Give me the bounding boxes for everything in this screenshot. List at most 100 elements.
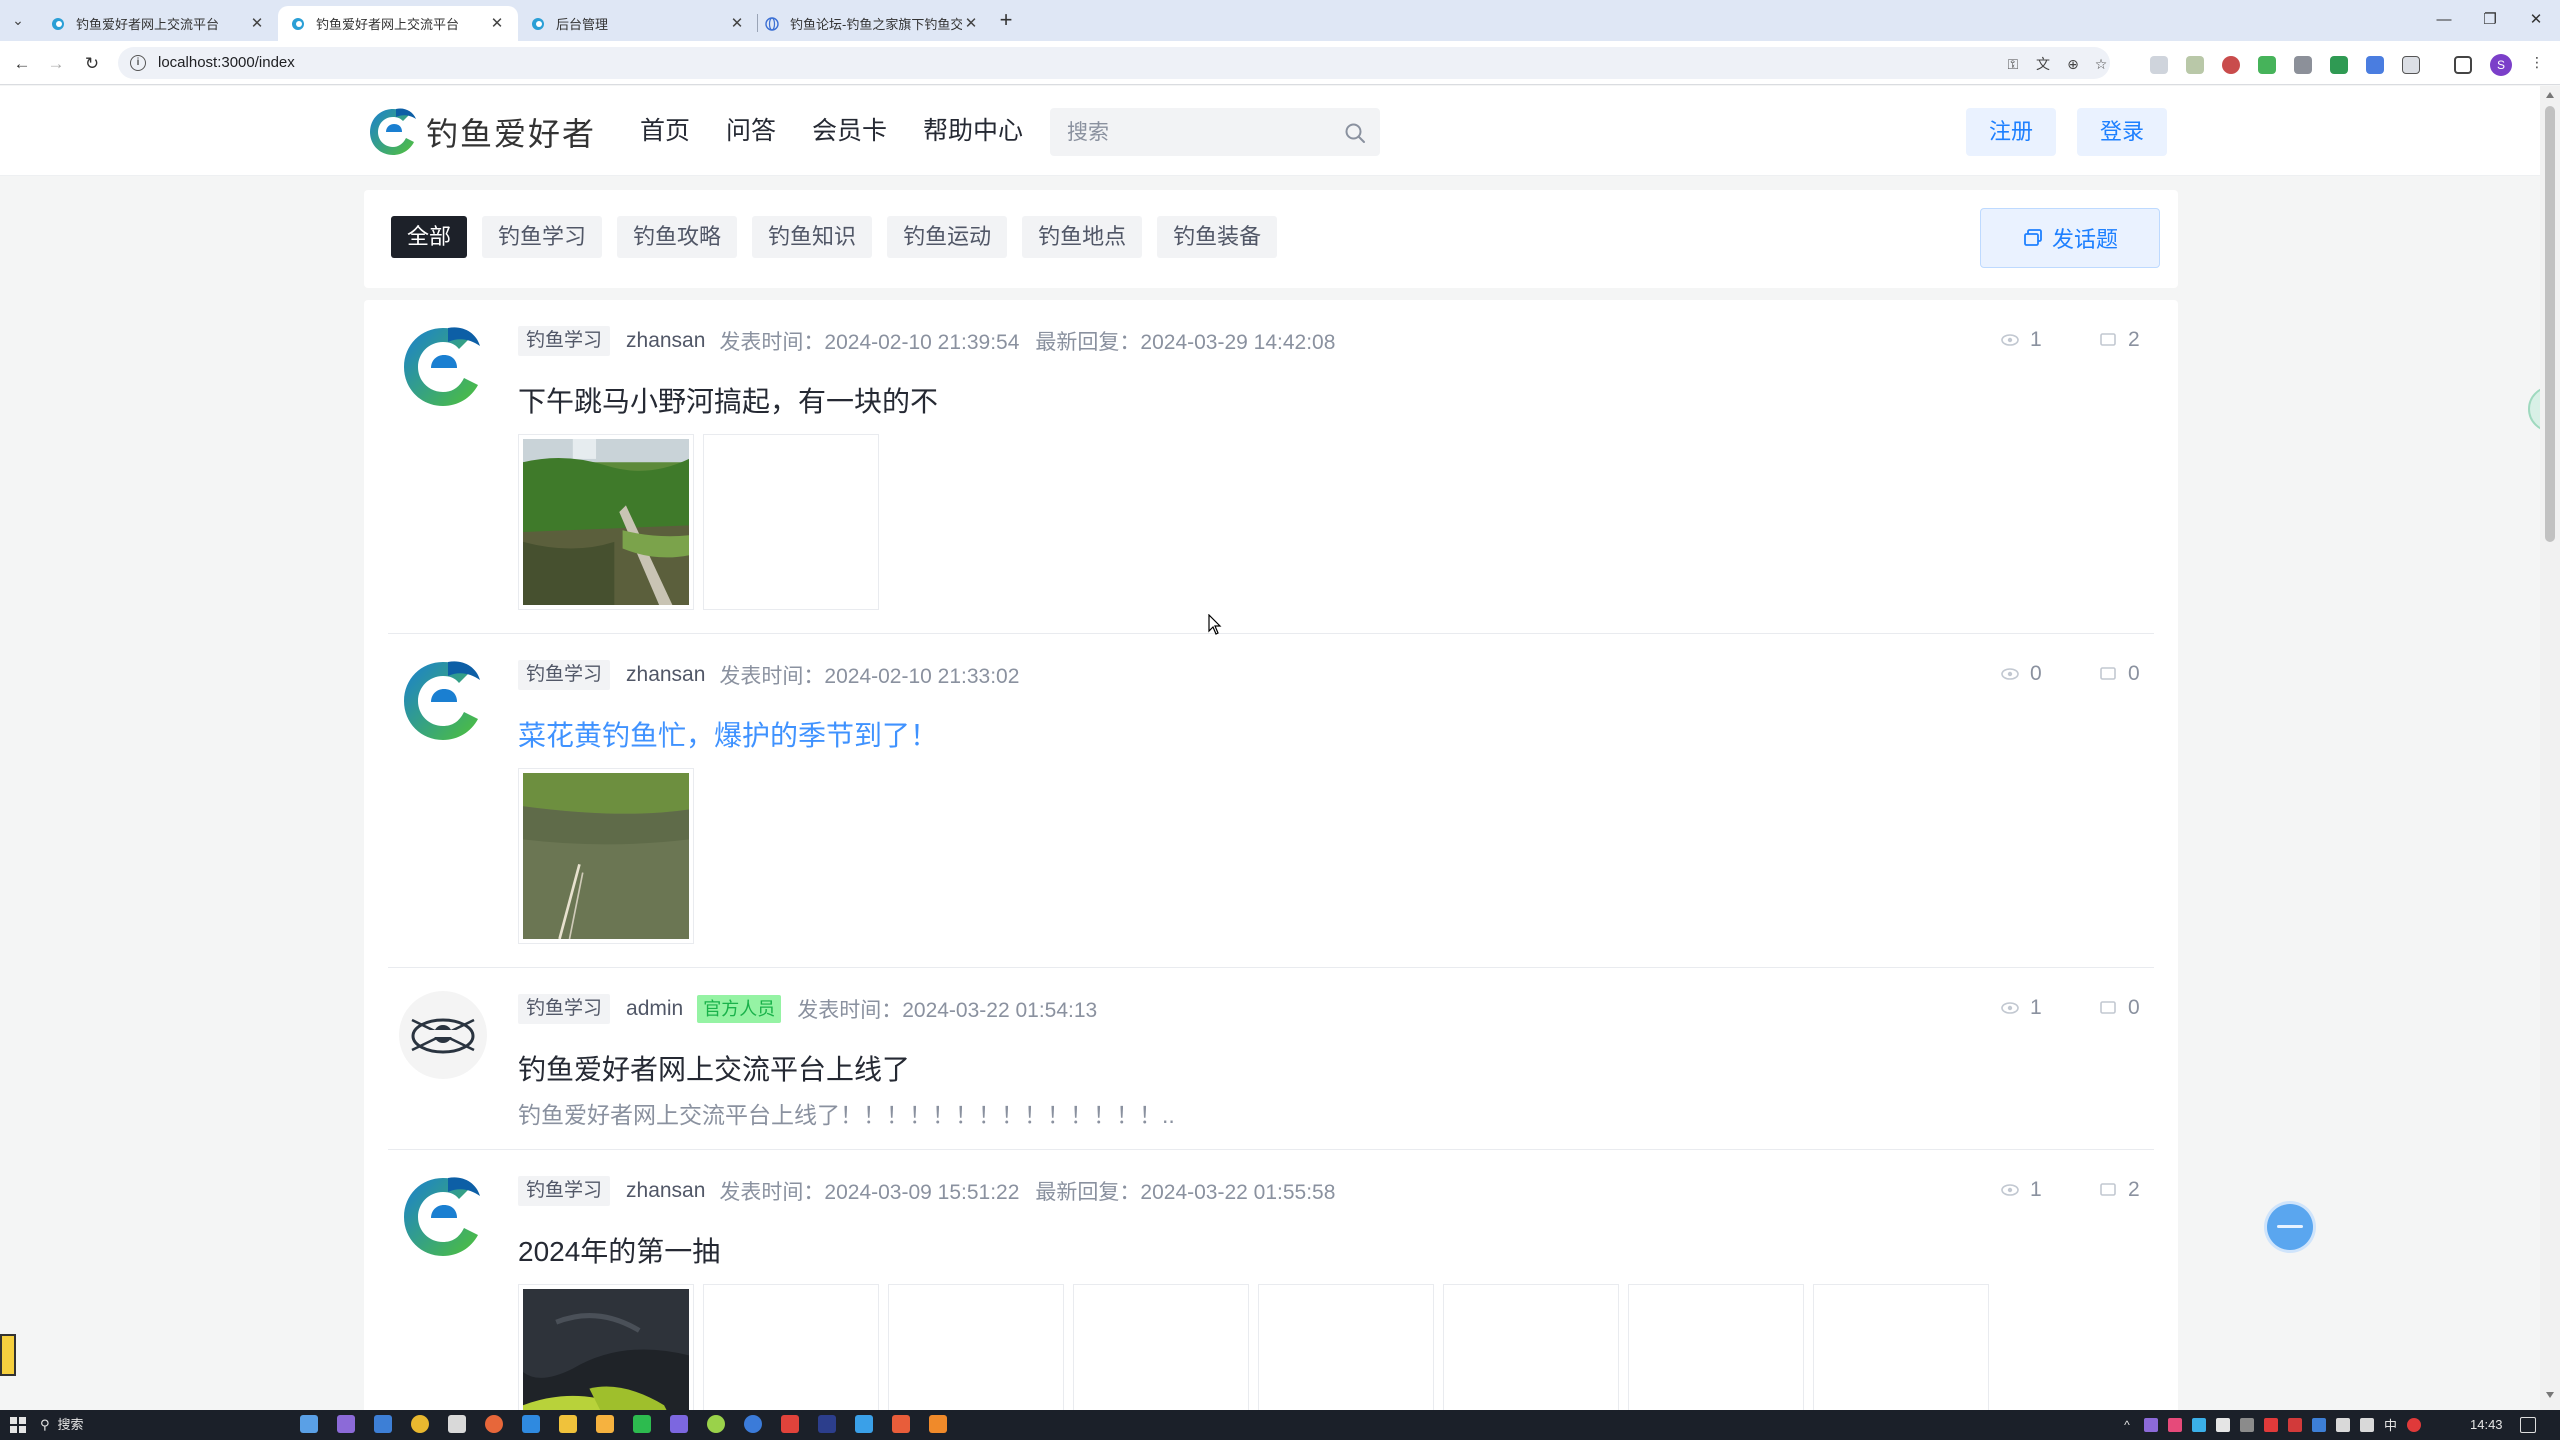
scroll-up-arrow-icon[interactable] xyxy=(2546,92,2554,98)
extension-download-icon[interactable] xyxy=(2258,56,2276,74)
page-scrollbar[interactable] xyxy=(2540,86,2560,1410)
tab-close-icon[interactable]: ✕ xyxy=(248,15,266,33)
post-author[interactable]: zhansan xyxy=(626,663,705,687)
post-author[interactable]: zhansan xyxy=(626,1179,705,1203)
site-info-icon[interactable]: i xyxy=(130,55,146,71)
extension-copy-icon[interactable] xyxy=(2294,56,2312,74)
post-image[interactable] xyxy=(518,434,694,610)
tab-close-icon[interactable]: ✕ xyxy=(488,15,506,33)
tray-app-icon[interactable] xyxy=(2288,1417,2302,1432)
nav-membership[interactable]: 会员卡 xyxy=(812,114,887,148)
browser-tab-4[interactable]: 钓鱼论坛-钓鱼之家旗下钓鱼交... ✕ xyxy=(752,6,992,41)
avatar[interactable] xyxy=(398,1172,488,1262)
file-explorer-icon[interactable] xyxy=(559,1415,577,1433)
network-icon[interactable] xyxy=(2336,1417,2350,1432)
post-image-placeholder[interactable] xyxy=(703,434,879,610)
taskbar-clock[interactable]: 14:43 xyxy=(2470,1417,2503,1432)
extension-image-icon[interactable] xyxy=(2186,56,2204,74)
firefox-icon[interactable] xyxy=(485,1415,503,1433)
post-image-placeholder[interactable] xyxy=(1443,1284,1619,1410)
app-icon[interactable] xyxy=(337,1415,355,1433)
post-category-tag[interactable]: 钓鱼学习 xyxy=(518,1176,611,1206)
edge-sidebar-tab[interactable] xyxy=(2528,386,2540,432)
bookmark-star-icon[interactable]: ☆ xyxy=(2092,55,2110,73)
forward-arrow-icon[interactable]: → xyxy=(44,52,68,76)
app-icon[interactable] xyxy=(892,1415,910,1433)
post-topic-button[interactable]: 发话题 xyxy=(1980,208,2160,268)
floating-action-button[interactable] xyxy=(2267,1204,2313,1250)
tray-app-icon[interactable] xyxy=(2240,1417,2254,1432)
tab-close-icon[interactable]: ✕ xyxy=(962,15,980,33)
app-icon[interactable] xyxy=(670,1415,688,1433)
extension-shield-icon[interactable] xyxy=(2222,56,2240,74)
browser-menu-icon[interactable]: ⋮ xyxy=(2528,53,2546,71)
extension-translate-icon[interactable] xyxy=(2366,56,2384,74)
volume-icon[interactable] xyxy=(2360,1417,2374,1432)
tab-search-menu-icon[interactable]: ⌄ xyxy=(8,10,28,30)
post-image[interactable] xyxy=(518,768,694,944)
windows-start-icon[interactable] xyxy=(10,1417,26,1433)
app-icon[interactable] xyxy=(448,1415,466,1433)
zoom-icon[interactable]: ⊕ xyxy=(2064,55,2082,73)
post-item[interactable]: 钓鱼学习 admin 官方人员 发表时间：2024-03-22 01:54:13… xyxy=(388,968,2154,1150)
post-image-placeholder[interactable] xyxy=(1628,1284,1804,1410)
post-item[interactable]: 钓鱼学习 zhansan 发表时间：2024-02-10 21:39:54 最新… xyxy=(388,300,2154,634)
chip-fishing-sport[interactable]: 钓鱼运动 xyxy=(887,216,1008,258)
profile-avatar[interactable]: S xyxy=(2490,54,2512,76)
nav-qa[interactable]: 问答 xyxy=(726,114,776,148)
post-title[interactable]: 钓鱼爱好者网上交流平台上线了 xyxy=(518,1048,910,1088)
post-image-placeholder[interactable] xyxy=(1813,1284,1989,1410)
tray-app-icon[interactable] xyxy=(2312,1417,2326,1432)
register-button[interactable]: 注册 xyxy=(1966,108,2056,156)
avatar[interactable] xyxy=(398,990,488,1080)
extensions-puzzle-icon[interactable] xyxy=(2402,56,2420,74)
taskbar-search[interactable]: ⚲ 搜索 xyxy=(40,1415,84,1435)
tray-chevron-icon[interactable]: ^ xyxy=(2120,1418,2134,1432)
post-title[interactable]: 2024年的第一抽 xyxy=(518,1230,720,1270)
tray-app-icon[interactable] xyxy=(2144,1417,2158,1432)
chip-all[interactable]: 全部 xyxy=(391,216,468,258)
tray-app-icon[interactable] xyxy=(2168,1417,2182,1432)
post-item[interactable]: 钓鱼学习 zhansan 发表时间：2024-03-09 15:51:22 最新… xyxy=(388,1150,2154,1410)
post-image-placeholder[interactable] xyxy=(1258,1284,1434,1410)
post-image-placeholder[interactable] xyxy=(1073,1284,1249,1410)
app-icon[interactable] xyxy=(744,1415,762,1433)
minimize-icon[interactable]: — xyxy=(2424,8,2464,32)
avatar[interactable] xyxy=(398,656,488,746)
post-item[interactable]: 钓鱼学习 zhansan 发表时间：2024-02-10 21:33:02 0 … xyxy=(388,634,2154,968)
login-button[interactable]: 登录 xyxy=(2077,108,2167,156)
search-input[interactable] xyxy=(1067,119,1327,147)
ime-indicator[interactable]: 中 xyxy=(2384,1415,2397,1434)
extension-camera-icon[interactable] xyxy=(2150,56,2168,74)
nav-help-center[interactable]: 帮助中心 xyxy=(923,114,1023,148)
chip-fishing-location[interactable]: 钓鱼地点 xyxy=(1022,216,1143,258)
app-icon[interactable] xyxy=(707,1415,725,1433)
tray-app-icon[interactable] xyxy=(2192,1417,2206,1432)
post-category-tag[interactable]: 钓鱼学习 xyxy=(518,326,611,356)
browser-tab-2[interactable]: 钓鱼爱好者网上交流平台 ✕ xyxy=(278,6,518,41)
url-text[interactable]: localhost:3000/index xyxy=(158,54,295,71)
post-category-tag[interactable]: 钓鱼学习 xyxy=(518,994,611,1024)
task-view-icon[interactable] xyxy=(300,1415,318,1433)
app-icon[interactable] xyxy=(855,1415,873,1433)
site-logo[interactable]: 钓鱼爱好者 xyxy=(366,104,596,160)
browser-tab-1[interactable]: 钓鱼爱好者网上交流平台 ✕ xyxy=(38,6,278,41)
chip-fishing-learning[interactable]: 钓鱼学习 xyxy=(482,216,603,258)
reload-icon[interactable]: ↻ xyxy=(80,52,104,76)
avatar[interactable] xyxy=(398,322,488,412)
tray-app-icon[interactable] xyxy=(2216,1417,2230,1432)
window-close-icon[interactable]: ✕ xyxy=(2516,8,2556,32)
post-image-placeholder[interactable] xyxy=(703,1284,879,1410)
wechat-icon[interactable] xyxy=(633,1415,651,1433)
password-key-icon[interactable]: ⚿ xyxy=(2004,55,2022,73)
browser-tab-3[interactable]: 后台管理 ✕ xyxy=(518,6,758,41)
new-tab-plus-icon[interactable]: + xyxy=(993,8,1019,34)
search-icon[interactable] xyxy=(1343,121,1367,145)
app-icon[interactable] xyxy=(374,1415,392,1433)
tray-app-icon[interactable] xyxy=(2407,1417,2422,1432)
chip-fishing-knowledge[interactable]: 钓鱼知识 xyxy=(752,216,873,258)
chrome-icon[interactable] xyxy=(411,1415,429,1433)
back-arrow-icon[interactable]: ← xyxy=(10,52,34,76)
side-sticker-icon[interactable] xyxy=(0,1334,16,1376)
chip-fishing-guide[interactable]: 钓鱼攻略 xyxy=(617,216,738,258)
